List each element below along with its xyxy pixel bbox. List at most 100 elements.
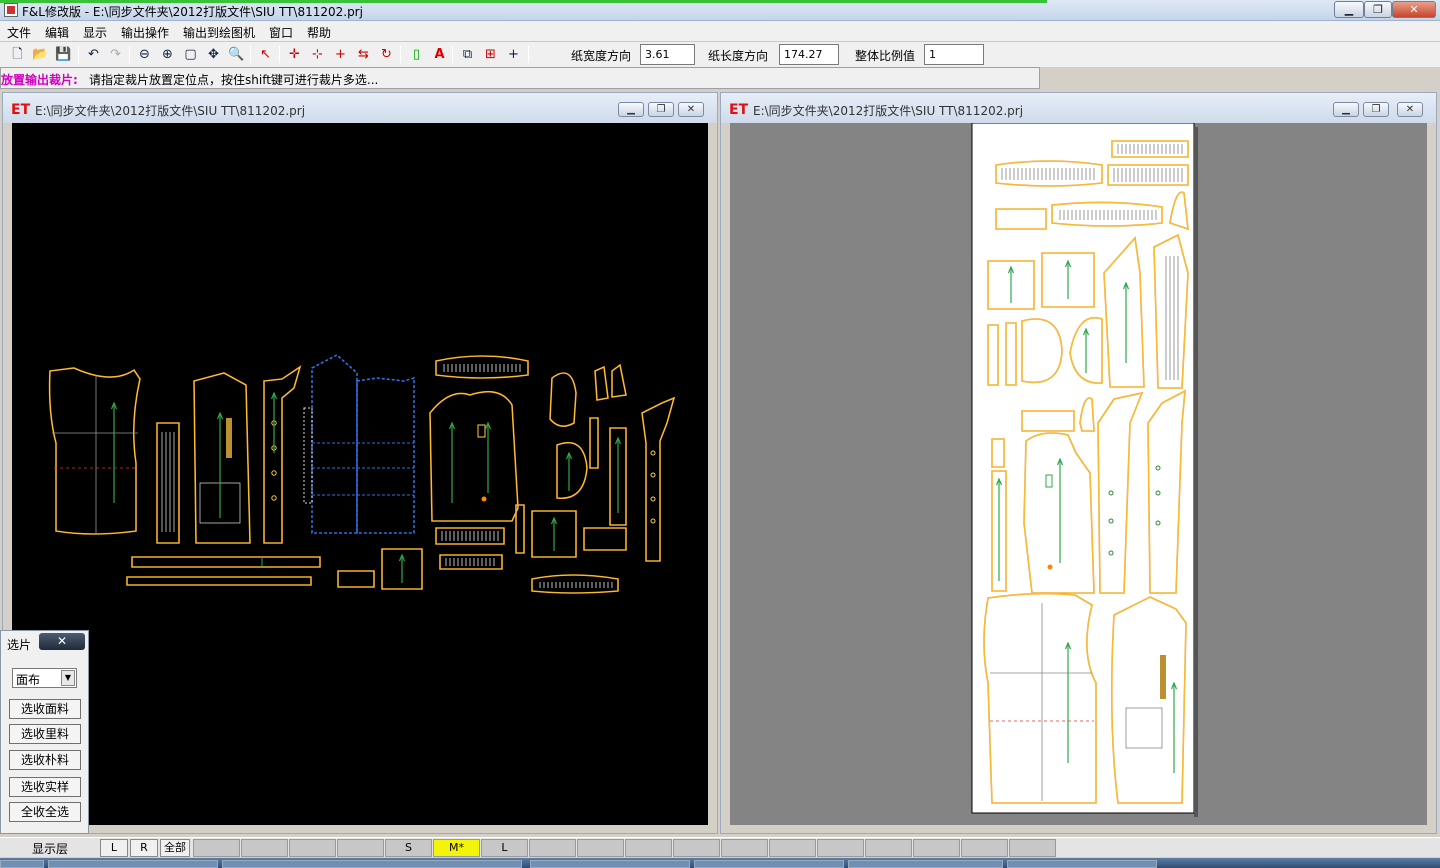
flip-piece-icon[interactable]: ⇆ (354, 45, 373, 64)
prompt-hint: 请指定裁片放置定位点，按住shift键可进行裁片多选... (89, 73, 379, 87)
seam-line (435, 355, 529, 379)
zoom-in-icon[interactable]: ⊕ (158, 45, 177, 64)
align-piece-icon[interactable]: ⊹ (308, 45, 327, 64)
start-button[interactable] (0, 860, 44, 868)
size-slot[interactable] (529, 839, 576, 857)
seam-line (263, 366, 301, 544)
select-sample-button[interactable]: 选收实样 (9, 777, 81, 797)
layer-right-button[interactable]: R (130, 839, 158, 857)
size-slot[interactable] (193, 839, 240, 857)
right-layout-window: ET E:\同步文件夹\2012打版文件\SIU TT\811202.prj ▁… (720, 92, 1437, 834)
size-slot[interactable]: L (481, 839, 528, 857)
select-all-button[interactable]: 全收全选 (9, 802, 81, 822)
menu-output-plotter[interactable]: 输出到绘图机 (183, 24, 255, 41)
pattern-piece (193, 372, 251, 544)
size-slot[interactable]: S (385, 839, 432, 857)
close-button[interactable]: ✕ (1392, 1, 1436, 18)
right-close-button[interactable]: ✕ (1397, 102, 1423, 117)
taskbar-item[interactable] (848, 860, 1003, 868)
taskbar-item[interactable] (1007, 860, 1157, 868)
layout-icon[interactable]: ▯ (407, 45, 426, 64)
panel-title: 选片 (7, 638, 32, 652)
size-slot[interactable] (625, 839, 672, 857)
chevron-down-icon[interactable]: ▼ (61, 670, 75, 686)
layer-all-button[interactable]: 全部 (160, 839, 190, 857)
size-slot[interactable] (961, 839, 1008, 857)
layout-canvas[interactable] (730, 122, 1429, 827)
add-piece-icon[interactable]: + (331, 45, 350, 64)
zoom-out-icon[interactable]: ⊖ (135, 45, 154, 64)
button-mark (650, 496, 656, 502)
paper-length-input[interactable] (779, 44, 839, 65)
pattern-piece (126, 576, 312, 586)
right-minimize-button[interactable]: ▁ (1333, 102, 1359, 117)
size-slot[interactable] (289, 839, 336, 857)
right-restore-button[interactable]: ❐ (1363, 102, 1389, 117)
size-slot[interactable] (913, 839, 960, 857)
copy-piece-icon[interactable]: ⧉ (458, 45, 477, 64)
zoom-fit-icon[interactable]: ▢ (181, 45, 200, 64)
text-icon[interactable]: A (430, 45, 449, 64)
paper-width-input[interactable] (640, 44, 695, 65)
crosshair-icon[interactable]: + (504, 45, 523, 64)
button-mark (650, 472, 656, 478)
save-icon[interactable]: 💾 (54, 45, 73, 64)
size-slot[interactable] (577, 839, 624, 857)
seam-line (515, 504, 525, 554)
size-slot[interactable] (769, 839, 816, 857)
restore-button[interactable]: ❐ (1364, 1, 1392, 18)
toolbar-separator (528, 46, 529, 63)
panel-close-button[interactable]: ✕ (39, 633, 85, 650)
toolbar: 🗋 📂 💾 ↶ ↷ ⊖ ⊕ ▢ ✥ 🔍 ↖ ✛ ⊹ + ⇆ ↻ ▯ A ⧉ ⊞ … (0, 42, 1440, 67)
seam-line (156, 422, 180, 544)
toolbar-separator (129, 46, 130, 63)
menu-edit[interactable]: 编辑 (45, 24, 69, 41)
pattern-piece (429, 390, 519, 522)
select-delete-icon[interactable]: ↖ (256, 45, 275, 64)
new-file-icon[interactable]: 🗋 (8, 45, 27, 64)
size-slot[interactable] (673, 839, 720, 857)
left-close-button[interactable]: ✕ (678, 102, 704, 117)
pattern-piece (549, 372, 577, 427)
move-piece-icon[interactable]: ✛ (285, 45, 304, 64)
grid-icon[interactable]: ⊞ (481, 45, 500, 64)
size-slot[interactable]: M* (433, 839, 480, 857)
menu-output-ops[interactable]: 输出操作 (121, 24, 169, 41)
size-slot[interactable] (817, 839, 864, 857)
redo-icon[interactable]: ↷ (106, 45, 125, 64)
pattern-pieces-drawing[interactable] (12, 123, 710, 827)
undo-icon[interactable]: ↶ (84, 45, 103, 64)
size-slot[interactable] (337, 839, 384, 857)
select-shell-button[interactable]: 选收面料 (9, 699, 81, 719)
seam-line (49, 367, 141, 535)
seam-line (556, 442, 588, 499)
rotate-piece-icon[interactable]: ↻ (377, 45, 396, 64)
marker-layout-drawing[interactable] (730, 122, 1429, 827)
pan-icon[interactable]: ✥ (204, 45, 223, 64)
size-slot[interactable] (721, 839, 768, 857)
menu-window[interactable]: 窗口 (269, 24, 293, 41)
select-interlining-button[interactable]: 选收朴料 (9, 750, 81, 770)
size-slot[interactable] (865, 839, 912, 857)
seam-line (583, 527, 627, 551)
fabric-select[interactable]: 面布 ▼ (12, 668, 77, 688)
open-folder-icon[interactable]: 📂 (31, 45, 50, 64)
pattern-canvas[interactable] (12, 123, 708, 825)
menu-file[interactable]: 文件 (7, 24, 31, 41)
layer-left-button[interactable]: L (100, 839, 128, 857)
scale-input[interactable] (924, 44, 984, 65)
select-lining-button[interactable]: 选收里料 (9, 724, 81, 744)
minimize-button[interactable]: ▁ (1334, 1, 1364, 18)
left-minimize-button[interactable]: ▁ (618, 102, 644, 117)
taskbar-item[interactable] (222, 860, 522, 868)
scale-label: 整体比例值 (855, 49, 916, 63)
taskbar-item[interactable] (694, 860, 844, 868)
menu-view[interactable]: 显示 (83, 24, 107, 41)
left-restore-button[interactable]: ❐ (648, 102, 674, 117)
zoom-window-icon[interactable]: 🔍 (227, 45, 246, 64)
size-slot[interactable] (1009, 839, 1056, 857)
size-slot[interactable] (241, 839, 288, 857)
taskbar-item[interactable] (530, 860, 690, 868)
menu-help[interactable]: 帮助 (307, 24, 331, 41)
taskbar-item[interactable] (48, 860, 218, 868)
